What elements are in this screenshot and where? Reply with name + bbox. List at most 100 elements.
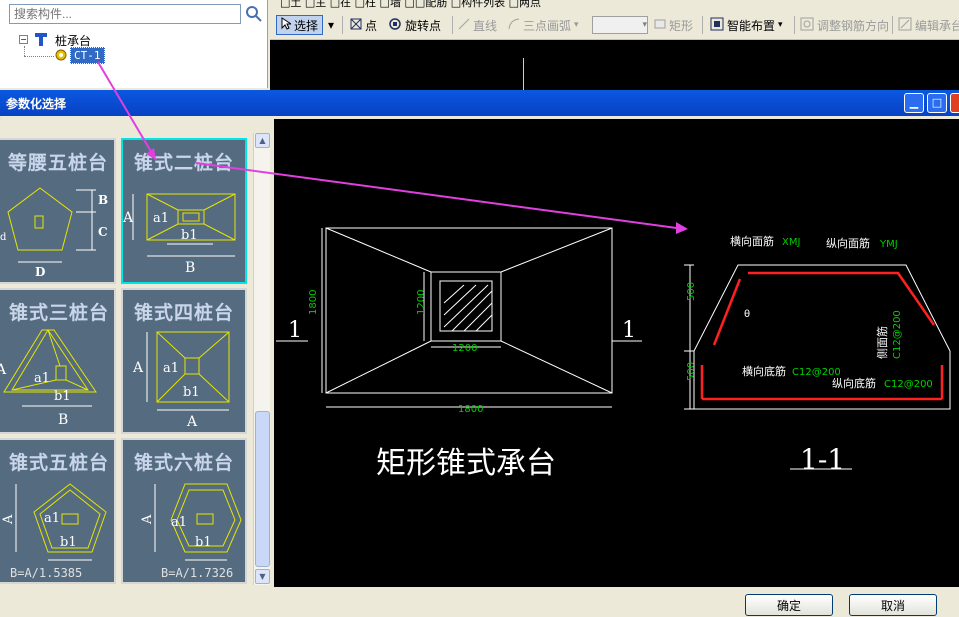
dim-outer-width: 1800 xyxy=(458,404,483,415)
close-button[interactable] xyxy=(950,93,959,113)
pile-cap-icon xyxy=(33,31,49,50)
rect-label: 矩形 xyxy=(669,18,694,33)
card-diagram: A a1 b1 xyxy=(1,483,107,561)
chevron-down-icon: ▾ xyxy=(574,20,579,30)
dim-inner-height: 1200 xyxy=(416,290,427,315)
line-button[interactable]: 直线 xyxy=(458,15,497,35)
adjust-rebar-button[interactable]: 调整钢筋方向 xyxy=(800,15,889,35)
template-card-cone-four-pile[interactable]: 锥式四桩台 A a1 b1 A xyxy=(121,288,247,434)
card-formula: B=A/1.7326 xyxy=(161,566,234,580)
card-label: a1 xyxy=(171,515,187,530)
card-label: D xyxy=(35,265,45,279)
tree-collapse-icon[interactable]: − xyxy=(19,35,28,44)
line-icon xyxy=(458,18,470,33)
rebar-bot-y-value: C12@200 xyxy=(884,379,933,390)
rebar-top-y-value: YMJ xyxy=(879,239,898,250)
card-label: B xyxy=(58,412,68,428)
select-dropdown-button[interactable]: ▾ xyxy=(328,15,334,35)
rect-button[interactable]: 矩形 xyxy=(654,15,693,35)
adjust-rebar-label: 调整钢筋方向 xyxy=(817,18,890,33)
adjust-rebar-icon xyxy=(800,17,814,34)
tree-line xyxy=(24,56,54,57)
cancel-button[interactable]: 取消 xyxy=(849,594,937,616)
dim-inner-width: 1200 xyxy=(452,343,477,354)
card-label: d xyxy=(0,232,7,243)
point-button[interactable]: 点 xyxy=(350,15,377,35)
select-button[interactable]: 选择 xyxy=(276,15,324,35)
rebar-bot-x-label: 横向底筋 xyxy=(742,364,786,378)
card-label: B xyxy=(98,193,108,207)
card-label: A xyxy=(1,514,16,525)
arc-option-select[interactable]: ▾ xyxy=(592,16,648,34)
smart-layout-button[interactable]: 智能布置 ▾ xyxy=(710,15,783,35)
ok-button[interactable]: 确定 xyxy=(745,594,833,616)
top-toolbar-partial: □土 □主 □在 □柱 □墙 □□配筋 □构件列表 □两点 xyxy=(280,0,542,9)
rebar-top-x-label: 横向面筋 xyxy=(730,234,774,248)
edit-cap-label: 编辑承台 xyxy=(915,18,959,33)
smart-layout-icon xyxy=(710,17,724,34)
card-diagram: A a1 b1 xyxy=(140,483,242,561)
cad-crosshair xyxy=(523,58,524,90)
minimize-button[interactable]: ▁ xyxy=(904,93,924,113)
card-label: A xyxy=(140,514,155,525)
dim-outer-height: 1800 xyxy=(308,290,319,315)
angle-label: θ xyxy=(744,309,750,320)
template-list-scrollbar[interactable]: ▲ ▼ xyxy=(253,133,270,585)
rebar-bot-y-label: 纵向底筋 xyxy=(832,376,876,390)
tree-line xyxy=(24,46,25,56)
card-label: a1 xyxy=(153,211,169,226)
maximize-icon: □ xyxy=(931,96,943,109)
main-toolbar-top-strip: □土 □主 □在 □柱 □墙 □□配筋 □构件列表 □两点 xyxy=(270,0,959,10)
scroll-thumb[interactable] xyxy=(255,411,270,567)
gear-icon xyxy=(54,48,68,65)
card-label: a1 xyxy=(163,361,179,376)
chevron-down-icon: ▾ xyxy=(642,20,647,30)
card-label: b1 xyxy=(183,385,200,400)
arc-icon xyxy=(508,18,520,33)
search-icon[interactable] xyxy=(244,4,264,24)
card-diagram: A a1 b1 B xyxy=(123,193,236,276)
preview-canvas: 1 1 1800 1200 1200 1800 矩形锥式承台 500 500 θ… xyxy=(274,119,959,587)
tree-item-ct1[interactable]: CT-1 xyxy=(70,47,105,64)
component-tree-panel: − 桩承台 CT-1 xyxy=(0,0,268,88)
scroll-down-icon[interactable]: ▼ xyxy=(255,569,270,584)
edit-cap-button[interactable]: 编辑承台 xyxy=(898,15,959,35)
scroll-up-icon[interactable]: ▲ xyxy=(255,133,270,148)
template-card-cone-five-pile[interactable]: 锥式五桩台 A a1 b1 B=A/1.5385 xyxy=(0,438,116,584)
preview-drawing: 1 1 1800 1200 1200 1800 矩形锥式承台 500 500 θ… xyxy=(276,227,951,481)
dim-bottom-height: 500 xyxy=(686,362,697,381)
rotate-point-label: 旋转点 xyxy=(405,18,442,33)
minimize-icon: ▁ xyxy=(909,96,919,109)
edit-cap-icon xyxy=(898,17,912,34)
card-label: A xyxy=(123,210,134,226)
card-label: A xyxy=(0,362,7,378)
section-mark-left: 1 xyxy=(288,318,302,343)
card-diagram: A a1 b1 A xyxy=(132,331,230,430)
template-card-cone-six-pile[interactable]: 锥式六桩台 A a1 b1 B=A/1.7326 xyxy=(121,438,247,584)
card-label: a1 xyxy=(34,371,50,386)
template-card-cone-three-pile[interactable]: 锥式三桩台 A a1 b1 B xyxy=(0,288,116,434)
template-card-cone-two-pile[interactable]: 锥式二桩台 A a1 b1 B xyxy=(121,138,247,284)
plan-title: 矩形锥式承台 xyxy=(376,446,556,481)
card-label: A xyxy=(186,414,198,430)
cad-canvas[interactable] xyxy=(270,40,959,90)
maximize-button[interactable]: □ xyxy=(927,93,947,113)
arc-label: 三点画弧 xyxy=(523,18,572,33)
arc-button[interactable]: 三点画弧 ▾ xyxy=(508,15,579,35)
template-card-isosceles-five-pile[interactable]: 等腰五桩台 B C D d xyxy=(0,138,116,284)
dialog-titlebar[interactable]: 参数化选择 xyxy=(0,90,959,116)
card-label: C xyxy=(98,225,108,239)
card-formula: B=A/1.5385 xyxy=(10,566,83,580)
dialog-title: 参数化选择 xyxy=(6,97,67,111)
card-label: A xyxy=(132,360,144,376)
point-icon xyxy=(350,18,362,33)
rotate-point-button[interactable]: 旋转点 xyxy=(388,15,441,35)
chevron-down-icon: ▾ xyxy=(328,18,335,32)
chevron-down-icon: ▾ xyxy=(778,20,783,30)
card-label: b1 xyxy=(181,228,198,243)
template-list: 等腰五桩台 B C D d 锥式二桩台 A a1 b1 B 锥式三桩台 a1 b… xyxy=(0,119,272,587)
rebar-top-y-label: 纵向面筋 xyxy=(826,236,870,250)
search-input[interactable] xyxy=(9,4,241,24)
card-label: b1 xyxy=(195,535,212,550)
rect-icon xyxy=(654,18,666,32)
